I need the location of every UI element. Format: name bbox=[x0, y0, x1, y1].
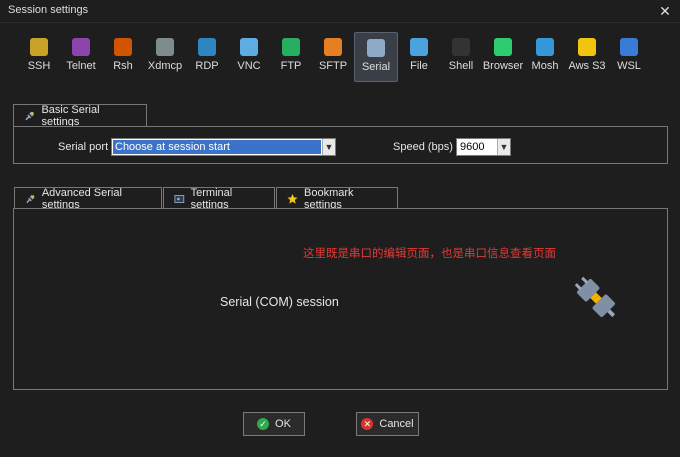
serial-port-label: Serial port * bbox=[58, 141, 116, 153]
check-icon: ✓ bbox=[257, 418, 270, 430]
protocol-label: SFTP bbox=[318, 60, 348, 72]
shell-icon bbox=[452, 38, 470, 56]
speed-select[interactable]: 9600 ▼ bbox=[456, 138, 511, 156]
protocol-rsh[interactable]: Rsh bbox=[102, 32, 144, 80]
star-icon bbox=[287, 193, 298, 204]
aws-s3-icon bbox=[578, 38, 596, 56]
cancel-icon: ✕ bbox=[361, 418, 374, 430]
title-bar: Session settings ✕ bbox=[0, 0, 680, 23]
protocol-shell[interactable]: Shell bbox=[440, 32, 482, 80]
ftp-icon bbox=[282, 38, 300, 56]
serial-icon bbox=[367, 39, 385, 57]
protocol-xdmcp[interactable]: Xdmcp bbox=[144, 32, 186, 80]
protocol-rdp[interactable]: RDP bbox=[186, 32, 228, 80]
protocol-wsl[interactable]: WSL bbox=[608, 32, 650, 80]
protocol-ssh[interactable]: SSH bbox=[18, 32, 60, 80]
protocol-toolbar: SSH Telnet Rsh Xdmcp RDP VNC FTP SFTP Serial File… bbox=[18, 32, 650, 82]
serial-port-select[interactable]: Choose at session start ▼ bbox=[111, 138, 336, 156]
protocol-label: Serial bbox=[361, 61, 391, 73]
xdmcp-icon bbox=[156, 38, 174, 56]
tab-basic-serial-label: Basic Serial settings bbox=[41, 104, 100, 128]
telnet-icon bbox=[72, 38, 90, 56]
rsh-icon bbox=[114, 38, 132, 56]
tab-terminal-settings[interactable]: Terminal settings bbox=[163, 187, 275, 211]
cancel-button[interactable]: ✕ Cancel bbox=[356, 412, 419, 436]
protocol-label: File bbox=[410, 60, 428, 72]
window-title: Session settings bbox=[8, 4, 89, 16]
tab-bookmark-settings[interactable]: Bookmark settings bbox=[276, 187, 398, 211]
protocol-browser[interactable]: Browser bbox=[482, 32, 524, 80]
protocol-file[interactable]: File bbox=[398, 32, 440, 80]
protocol-label: Telnet bbox=[66, 60, 96, 72]
protocol-label: RDP bbox=[195, 60, 219, 72]
protocol-label: Mosh bbox=[531, 60, 559, 72]
close-icon[interactable]: ✕ bbox=[656, 2, 674, 20]
tab-advanced-serial-settings[interactable]: Advanced Serial settings bbox=[14, 187, 162, 211]
mosh-icon bbox=[536, 38, 554, 56]
protocol-serial[interactable]: Serial bbox=[354, 32, 398, 82]
sftp-icon bbox=[324, 38, 342, 56]
serial-port-value: Choose at session start bbox=[113, 140, 321, 154]
file-icon bbox=[410, 38, 428, 56]
protocol-label: Xdmcp bbox=[147, 60, 183, 72]
protocol-label: Aws S3 bbox=[568, 60, 606, 72]
plug-icon bbox=[25, 111, 35, 121]
protocol-ftp[interactable]: FTP bbox=[270, 32, 312, 80]
protocol-aws-s3[interactable]: Aws S3 bbox=[566, 32, 608, 80]
ok-button[interactable]: ✓ OK bbox=[243, 412, 305, 436]
speed-value: 9600 bbox=[458, 140, 496, 154]
annotation-text: 这里既是串口的编辑页面，也是串口信息查看页面 bbox=[303, 248, 556, 260]
protocol-mosh[interactable]: Mosh bbox=[524, 32, 566, 80]
protocol-label: Shell bbox=[448, 60, 474, 72]
protocol-label: VNC bbox=[237, 60, 261, 72]
protocol-label: Browser bbox=[482, 60, 524, 72]
protocol-sftp[interactable]: SFTP bbox=[312, 32, 354, 80]
rdp-icon bbox=[198, 38, 216, 56]
protocol-label: WSL bbox=[617, 60, 641, 72]
serial-plug-icon bbox=[574, 276, 616, 318]
vnc-icon bbox=[240, 38, 258, 56]
protocol-label: Rsh bbox=[113, 60, 133, 72]
terminal-icon bbox=[174, 195, 185, 203]
ssh-icon bbox=[30, 38, 48, 56]
chevron-down-icon: ▼ bbox=[322, 139, 335, 155]
session-type-label: Serial (COM) session bbox=[220, 295, 339, 309]
speed-label: Speed (bps) * bbox=[393, 141, 461, 153]
protocol-telnet[interactable]: Telnet bbox=[60, 32, 102, 80]
ok-label: OK bbox=[275, 418, 291, 430]
tab-basic-serial-settings[interactable]: Basic Serial settings bbox=[13, 104, 147, 128]
wsl-icon bbox=[620, 38, 638, 56]
browser-icon bbox=[494, 38, 512, 56]
protocol-label: SSH bbox=[27, 60, 51, 72]
protocol-vnc[interactable]: VNC bbox=[228, 32, 270, 80]
protocol-label: FTP bbox=[280, 60, 302, 72]
chevron-down-icon: ▼ bbox=[497, 139, 510, 155]
cancel-label: Cancel bbox=[379, 418, 414, 430]
plug-icon bbox=[26, 194, 35, 204]
